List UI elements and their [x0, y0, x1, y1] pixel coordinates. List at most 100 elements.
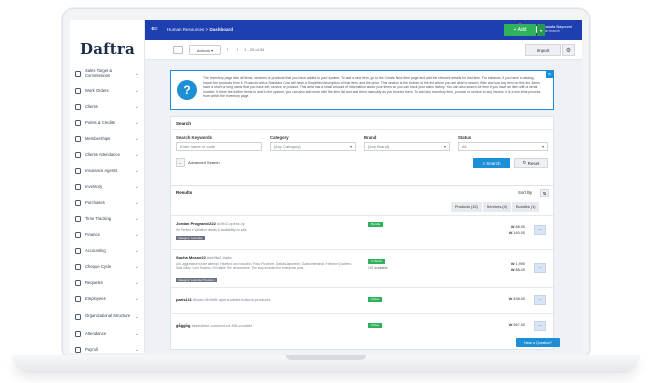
search-input[interactable]: Enter name or code [176, 142, 262, 151]
sidebar-item-purchases[interactable]: Purchases ⌄ [70, 195, 145, 211]
search-panel: Search Search Keywords Enter name or cod… [170, 116, 554, 194]
calendar-icon [75, 152, 81, 158]
user-menu[interactable]: Mostafa Bayoumi Main branch [541, 24, 572, 34]
brand-select[interactable]: [Any Brand] ▾ [364, 142, 450, 151]
table-row[interactable]: paris111 #hash-0b0e9f-opera-tablet-fortu… [171, 287, 555, 313]
chevron-right-icon[interactable]: › [233, 45, 242, 55]
shield-icon [75, 168, 81, 174]
sidebar-item-payroll[interactable]: Payroll ⌄ [70, 342, 145, 353]
table-row[interactable]: Sacha Mosse22 #de0fa2-0a8a All I aggress… [171, 249, 555, 287]
search-button[interactable]: ⌕ Search [473, 158, 510, 168]
select-all-checkbox[interactable] [173, 46, 183, 54]
results-tabs: Products (15) Services (4) Bundles (1) [451, 202, 541, 212]
sidebar-item-work-orders[interactable]: Work Orders ⌄ [70, 83, 145, 99]
sidebar-item-insurance-agents[interactable]: Insurance Agents ⌄ [70, 163, 145, 179]
sidebar-item-sales-target[interactable]: Sales Target & Commissions ⌄ [70, 64, 145, 83]
users-icon [75, 104, 81, 110]
status-badge: Active [368, 323, 383, 328]
item-name: ĝǩģĝĥĝ #seedtree-connect-v4-f45-vocalist [176, 323, 252, 328]
sidebar-item-memberships[interactable]: Memberships ⌄ [70, 131, 145, 147]
close-icon[interactable]: × [546, 71, 553, 78]
status-select[interactable]: All ▾ [458, 142, 548, 151]
sidebar-item-cheque-cycle[interactable]: Cheque Cycle ⌄ [70, 259, 145, 275]
table-row[interactable]: Jordan Program#222 #c9b2-opera-xy Hit Pe… [171, 215, 555, 249]
item-code: #de0fa2-0a8a [206, 255, 232, 260]
reset-button[interactable]: ↻ Reset [514, 158, 548, 168]
search-input-placeholder: Enter name or code [180, 144, 216, 149]
chevron-down-icon: ⌄ [134, 104, 139, 110]
pagination-text: 1 - 20 of 34 [244, 47, 265, 52]
sidebar-item-clients-attendance[interactable]: Clients Attendance ⌄ [70, 147, 145, 163]
chevron-down-icon: ⌄ [134, 232, 139, 238]
chevron-left-icon[interactable]: ‹ [223, 45, 232, 55]
sidebar-item-label: Sales Target & Commissions [85, 67, 113, 78]
item-price-top: ₩ 88.00 [510, 225, 525, 229]
sort-toggle[interactable]: ⇅ [540, 189, 549, 197]
menu-toggle-icon[interactable]: ⇐ [151, 25, 158, 33]
tab-bundles[interactable]: Bundles (1) [512, 202, 541, 212]
chevron-down-icon: ⌄ [134, 296, 139, 302]
tab-products[interactable]: Products (15) [451, 202, 483, 212]
sidebar-item-points-credits[interactable]: Points & Credits ⌄ [70, 115, 145, 131]
import-button[interactable]: Import [525, 44, 561, 56]
sidebar-item-time-tracking[interactable]: Time Tracking ⌄ [70, 211, 145, 227]
row-actions-button[interactable]: ⋯ [534, 263, 546, 273]
search-title: Search [176, 121, 192, 126]
item-code: #c9b2-opera-xy [216, 221, 245, 226]
stock-count: 107 available [368, 266, 388, 270]
breadcrumb-parent[interactable]: Human Resources [167, 27, 204, 32]
sidebar-item-label: Finance [85, 231, 100, 237]
category-select[interactable]: [Any Category] ▾ [270, 142, 356, 151]
tab-services[interactable]: Services (4) [482, 202, 513, 212]
sort-label: Sort By [518, 190, 533, 195]
add-button[interactable]: + Add [504, 24, 536, 36]
toolbar: Actions ▾ ‹ › 1 - 20 of 34 Import ⚙ [145, 40, 582, 60]
chevron-down-icon: ▾ [541, 144, 544, 149]
item-price: ₩ 140.00 [508, 231, 525, 235]
actions-dropdown[interactable]: Actions ▾ [189, 45, 221, 55]
sidebar-item-attendance[interactable]: Attendance ⌄ [70, 326, 145, 342]
item-title: paris111 [176, 297, 192, 302]
chevron-down-icon: ⌄ [134, 280, 139, 286]
sidebar-item-employees[interactable]: Employees ⌄ [70, 291, 145, 307]
status-badge: Bundle [368, 222, 384, 227]
sidebar-item-organizational-structure[interactable]: Organizational Structure ⌄ [70, 307, 145, 326]
sidebar-item-inventory[interactable]: Inventory ⌄ [70, 179, 145, 195]
sidebar-item-finance[interactable]: Finance ⌄ [70, 227, 145, 243]
table-row[interactable]: ĝǩģĝĥĝ #seedtree-connect-v4-f45-vocalist… [171, 313, 555, 339]
sidebar-item-label: Attendance [85, 330, 107, 336]
item-price: ₩ 567.00 [508, 323, 525, 327]
wallet-icon [75, 232, 81, 238]
sidebar-item-label: Clients Attendance [85, 151, 120, 157]
sidebar-item-label: Purchases [85, 199, 105, 205]
sidebar-item-requests[interactable]: Requests ⌄ [70, 275, 145, 291]
row-actions-button[interactable]: ⋯ [534, 321, 546, 331]
sidebar-item-label: Insurance Agents [85, 167, 118, 173]
chevron-down-icon: ⌄ [134, 184, 139, 190]
sidebar-item-accounting[interactable]: Accounting ⌄ [70, 243, 145, 259]
gear-icon[interactable]: ⚙ [562, 44, 575, 56]
chevron-down-icon[interactable]: ▾ [537, 24, 545, 36]
advanced-search-label[interactable]: Advanced Search [188, 160, 220, 165]
app-logo[interactable]: Daftra [80, 40, 135, 58]
row-actions-button[interactable]: ⋯ [534, 225, 546, 235]
sitemap-icon [75, 313, 81, 320]
help-button[interactable]: Have a Question? [516, 338, 560, 347]
sidebar-item-label: Time Tracking [85, 215, 112, 221]
sidebar-item-label: Employees [85, 295, 106, 301]
item-name: Sacha Mosse22 #de0fa2-0a8a [176, 255, 232, 260]
advanced-search-toggle[interactable]: ← [176, 158, 185, 167]
chevron-down-icon: ⌄ [134, 136, 139, 142]
coins-icon [75, 120, 81, 126]
cheque-icon [75, 264, 81, 270]
laptop-notch [286, 355, 366, 360]
keywords-label: Search Keywords [176, 135, 213, 140]
row-actions-button[interactable]: ⋯ [534, 295, 546, 305]
status-badge: Active [368, 297, 383, 302]
money-icon [75, 347, 81, 353]
fingerprint-icon [75, 331, 81, 337]
sidebar-item-label: Organizational Structure [85, 313, 131, 319]
sidebar-item-clients[interactable]: Clients ⌄ [70, 99, 145, 115]
chevron-down-icon: ⌄ [134, 313, 139, 320]
category-label: Category [270, 135, 289, 140]
